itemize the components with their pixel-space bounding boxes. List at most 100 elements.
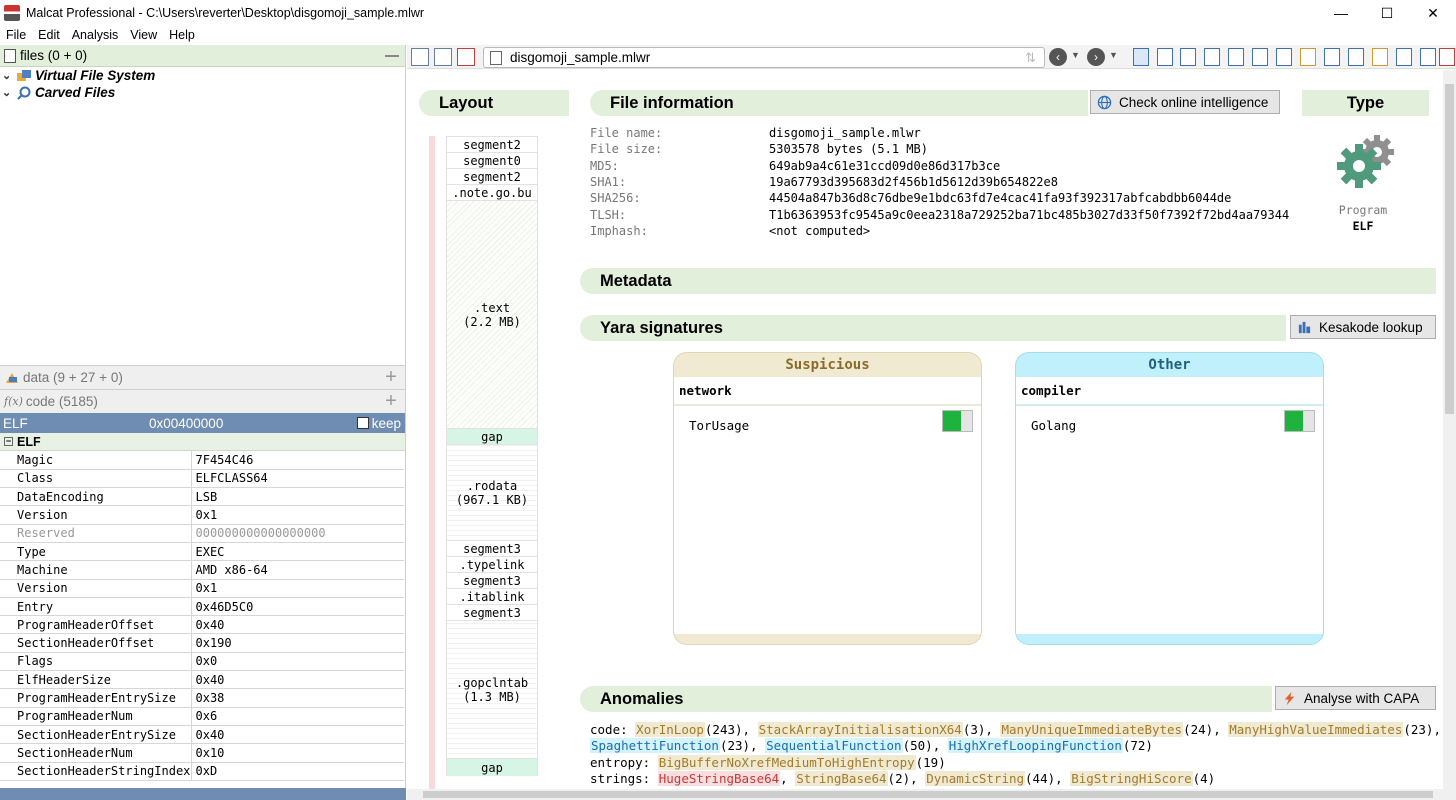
table-row[interactable]: ElfHeaderSize 0x40 — [0, 670, 404, 690]
field-value[interactable]: 0x38 — [191, 688, 404, 708]
capa-view-icon[interactable] — [1439, 48, 1455, 66]
open-file-icon[interactable] — [434, 47, 452, 66]
menu-edit[interactable]: Edit — [32, 28, 66, 42]
layout-segment[interactable]: segment3 — [446, 604, 538, 620]
kesakode-lookup-button[interactable]: Kesakode lookup — [1290, 315, 1436, 339]
back-icon[interactable]: ‹ — [1049, 48, 1067, 66]
info-value[interactable]: 649ab9a4c61e31ccd09d0e86d317b3ce — [769, 159, 1000, 175]
field-value[interactable]: 0x6 — [191, 707, 404, 726]
layout-segment[interactable]: .text (2.2 MB) — [446, 200, 538, 428]
keep-checkbox[interactable]: keep — [356, 416, 401, 431]
anomaly-tag[interactable]: SequentialFunction — [765, 738, 903, 753]
anomaly-tag[interactable]: StackArrayInitialisationX64 — [757, 722, 963, 737]
anomaly-tag[interactable]: ManyHighValueImmediates — [1228, 722, 1404, 737]
menu-file[interactable]: File — [0, 28, 32, 42]
field-value[interactable]: 7F454C46 — [191, 451, 404, 470]
anomaly-tag[interactable]: DynamicString — [925, 771, 1026, 786]
table-row[interactable]: Class ELFCLASS64 — [0, 469, 404, 489]
forward-dropdown-icon[interactable]: ▼ — [1109, 50, 1118, 60]
toggle-sidebar-icon[interactable] — [411, 47, 429, 66]
check-online-intelligence-button[interactable]: Check online intelligence — [1090, 90, 1280, 114]
yara-rule-name[interactable]: TorUsage — [689, 418, 749, 433]
menu-view[interactable]: View — [124, 28, 163, 42]
picture-view-icon[interactable] — [1348, 48, 1364, 66]
structure-view-icon[interactable] — [1180, 48, 1196, 66]
field-value[interactable]: ELFCLASS64 — [191, 469, 404, 489]
forward-icon[interactable]: › — [1087, 48, 1105, 66]
layout-segment[interactable]: segment3 — [446, 540, 538, 556]
table-row[interactable]: Type EXEC — [0, 542, 404, 562]
chevron-down-icon[interactable]: ⌄ — [2, 69, 16, 82]
strings-view-icon[interactable] — [1300, 48, 1316, 66]
code-panel-header[interactable]: f(x) code (5185) + — [0, 389, 405, 413]
table-row[interactable]: SectionHeaderNum 0x10 — [0, 743, 404, 763]
close-button[interactable]: ✕ — [1410, 0, 1456, 26]
back-dropdown-icon[interactable]: ▼ — [1071, 50, 1080, 60]
field-value[interactable]: 0x1 — [191, 505, 404, 525]
anomaly-tag[interactable]: HugeStringBase64 — [657, 771, 781, 786]
source-view-icon[interactable] — [1252, 48, 1268, 66]
info-value[interactable]: T1b6363953fc9545a9c0eea2318a729252ba71bc… — [769, 208, 1289, 224]
add-code-button[interactable]: + — [383, 391, 399, 411]
sort-icon[interactable]: ⇅ — [1025, 50, 1036, 66]
collapse-icon[interactable]: − — [4, 437, 13, 446]
field-value[interactable]: 0x190 — [191, 633, 404, 653]
table-row[interactable]: Version 0x1 — [0, 505, 404, 525]
field-value[interactable]: 0x46D5C0 — [191, 597, 404, 617]
tree-item-carved-files[interactable]: ⌄ Carved Files — [0, 84, 405, 101]
field-value[interactable]: EXEC — [191, 542, 404, 562]
field-value[interactable]: 000000000000000000 — [191, 524, 404, 543]
menu-analysis[interactable]: Analysis — [66, 28, 125, 42]
layout-segment[interactable]: segment3 — [446, 572, 538, 588]
layout-segment[interactable]: segment2 — [446, 136, 538, 152]
files-panel-header[interactable]: files (0 + 0) — [0, 45, 405, 67]
path-field[interactable]: disgomoji_sample.mlwr ⇅ — [483, 47, 1045, 68]
field-value[interactable]: AMD x86-64 — [191, 560, 404, 580]
disasm-view-icon[interactable] — [1204, 48, 1220, 66]
scrollbar-thumb[interactable] — [1445, 84, 1454, 414]
checkbox-icon[interactable] — [356, 417, 369, 429]
table-row[interactable]: Entry 0x46D5C0 — [0, 597, 404, 617]
menu-help[interactable]: Help — [163, 28, 201, 42]
table-row[interactable]: Flags 0x0 — [0, 652, 404, 672]
info-value[interactable]: 44504a847b36d8c76dbe9e1bdc63fd7e4cac41fa… — [769, 191, 1231, 207]
layout-segment[interactable]: .note.go.bu — [446, 184, 538, 200]
text-view-icon[interactable] — [1324, 48, 1340, 66]
table-row[interactable]: ProgramHeaderOffset 0x40 — [0, 615, 404, 635]
graph-view-icon[interactable] — [1276, 48, 1292, 66]
info-value[interactable]: 5303578 bytes (5.1 MB) — [769, 142, 928, 158]
info-value[interactable]: 19a67793d395683d2f456b1d5612d39b654822e8 — [769, 175, 1058, 191]
field-value[interactable]: 0x0 — [191, 652, 404, 672]
data-panel-header[interactable]: data (9 + 27 + 0) + — [0, 365, 405, 389]
field-value[interactable]: LSB — [191, 487, 404, 507]
decompiler-view-icon[interactable] — [1228, 48, 1244, 66]
info-value[interactable]: <not computed> — [769, 224, 870, 240]
anomaly-tag[interactable]: SpaghettiFunction — [590, 738, 720, 753]
script-view-icon[interactable] — [1372, 48, 1388, 66]
globe-view-icon[interactable] — [1420, 48, 1436, 66]
field-value[interactable]: 0x40 — [191, 670, 404, 690]
table-row[interactable]: DataEncoding LSB — [0, 487, 404, 507]
layout-segment[interactable]: gap — [446, 428, 538, 444]
collapse-button[interactable] — [385, 55, 399, 57]
layout-segment[interactable]: segment0 — [446, 152, 538, 168]
maximize-button[interactable]: ☐ — [1364, 0, 1410, 26]
field-value[interactable]: 0xD — [191, 762, 404, 781]
table-row[interactable]: SectionHeaderEntrySize 0x40 — [0, 725, 404, 745]
table-row[interactable]: Magic 7F454C46 — [0, 451, 404, 470]
elf-group-row[interactable]: − ELF — [0, 433, 405, 451]
field-value[interactable]: 0x40 — [191, 725, 404, 745]
layout-segment[interactable]: .itablink — [446, 588, 538, 604]
table-row[interactable]: Reserved 000000000000000000 — [0, 524, 404, 543]
layout-segment[interactable]: .gopclntab (1.3 MB) — [446, 620, 538, 758]
summary-view-icon[interactable] — [1133, 48, 1149, 66]
layout-segment[interactable]: gap — [446, 758, 538, 776]
table-row[interactable]: SectionHeaderOffset 0x190 — [0, 633, 404, 653]
rule-toggle[interactable] — [942, 410, 973, 432]
anomaly-tag[interactable]: HighXrefLoopingFunction — [947, 738, 1123, 753]
anomaly-tag[interactable]: BigStringHiScore — [1070, 771, 1193, 786]
anomaly-tag[interactable]: XorInLoop — [635, 722, 705, 737]
table-row[interactable]: Version 0x1 — [0, 579, 404, 598]
layout-segment[interactable]: .typelink — [446, 556, 538, 572]
field-value[interactable]: 0x40 — [191, 615, 404, 635]
